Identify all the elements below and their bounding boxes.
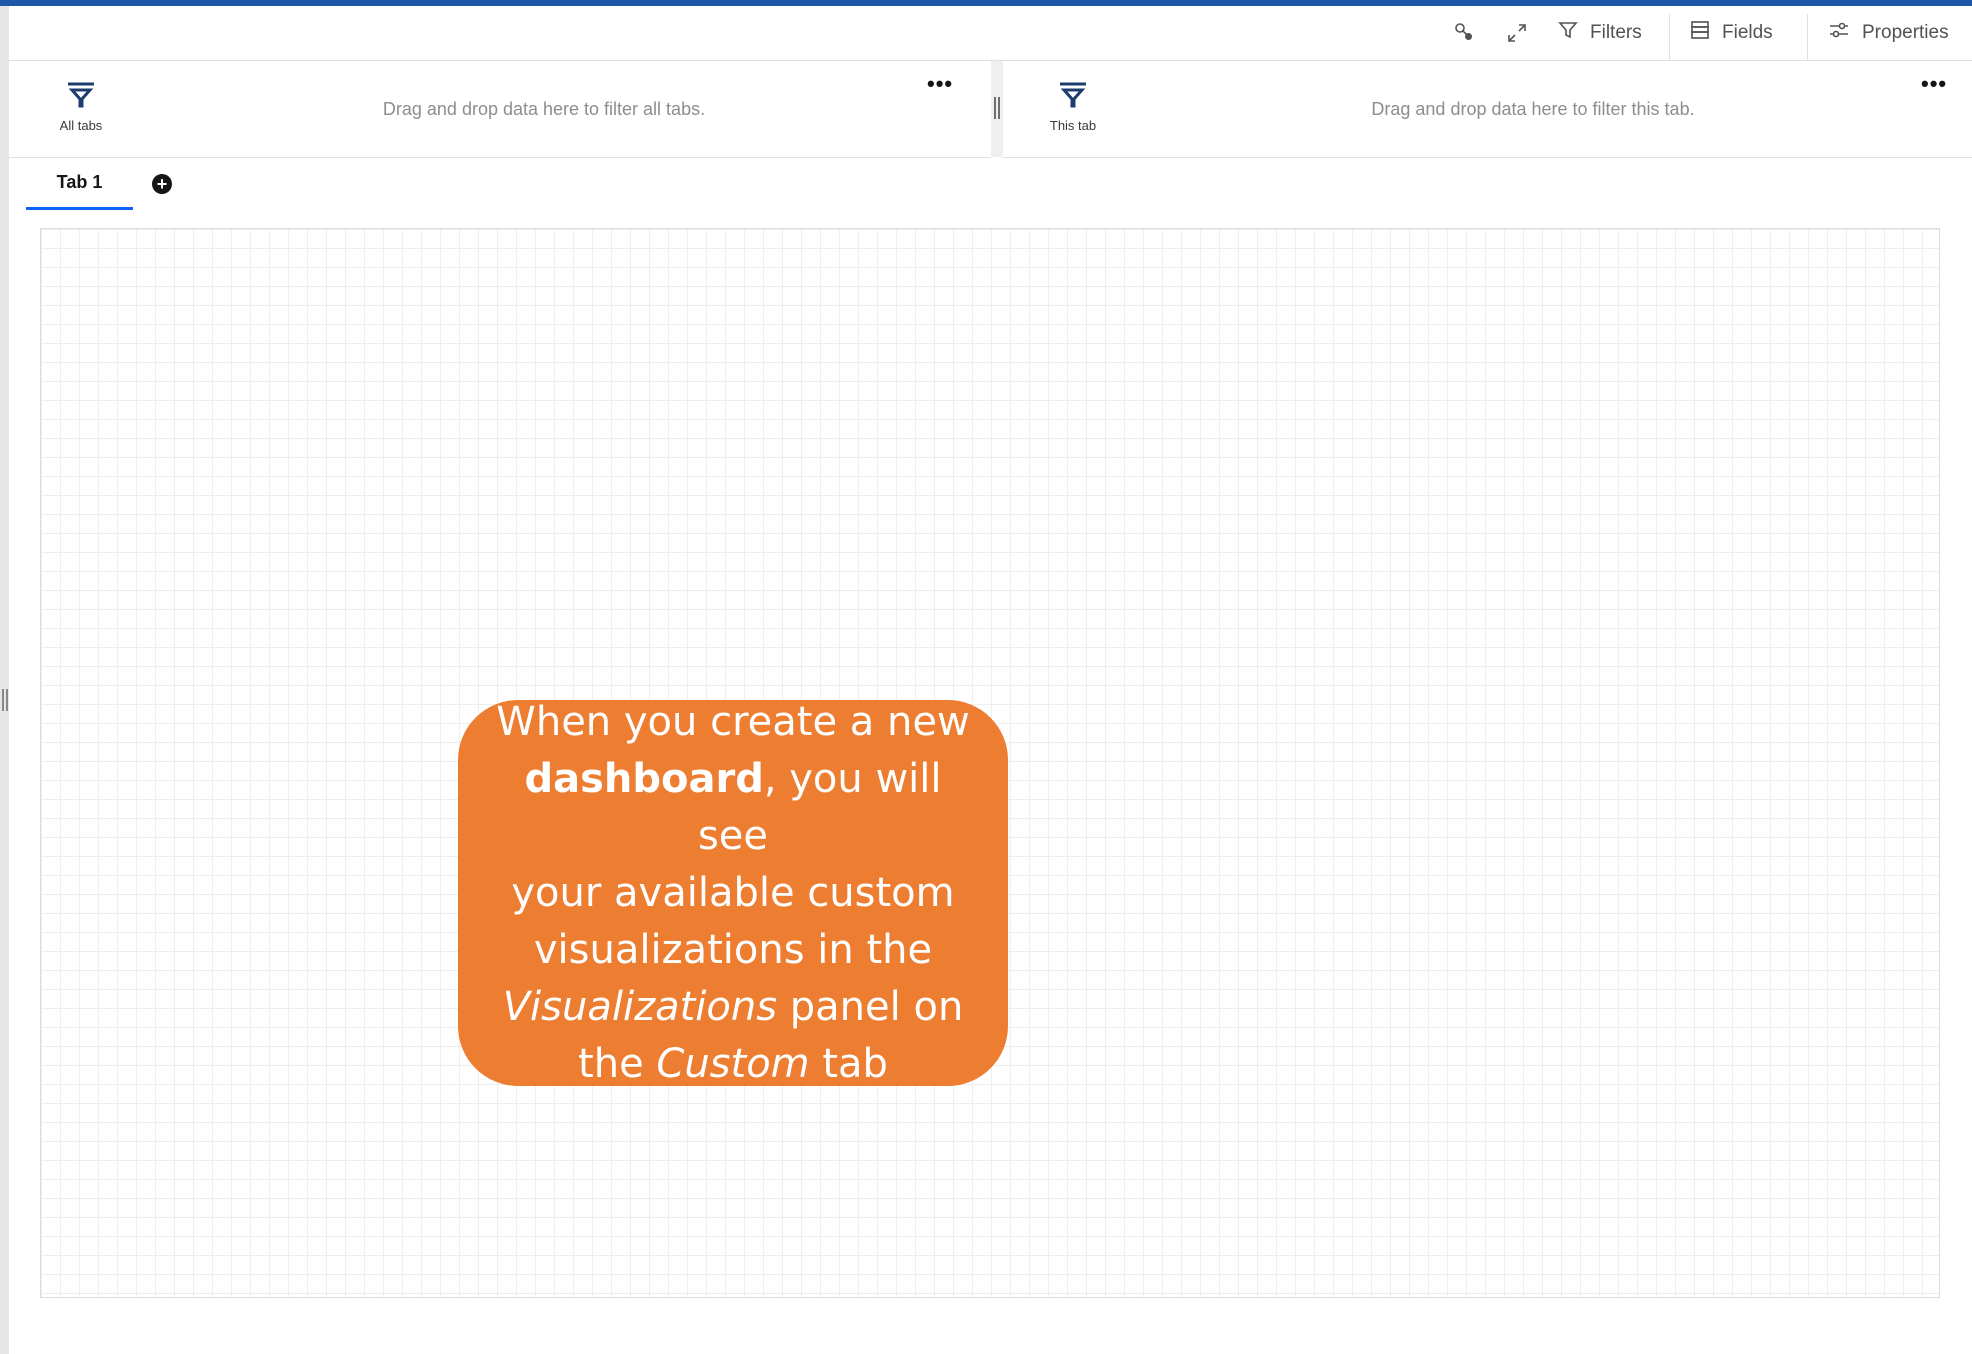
callout-italic-word: Custom	[656, 1040, 810, 1087]
properties-label: Properties	[1862, 22, 1949, 43]
callout-line: your available custom	[511, 869, 955, 916]
tab-strip: Tab 1 +	[9, 158, 1972, 211]
this-tab-label: This tab	[1049, 118, 1097, 133]
sliders-icon	[1828, 20, 1850, 46]
tutorial-callout: When you create a new dashboard, you wil…	[458, 699, 1008, 1087]
this-tab-more-menu[interactable]: •••	[1921, 71, 1947, 97]
callout-line: panel on	[777, 983, 964, 1030]
callout-line: visualizations in the	[533, 926, 933, 973]
expand-icon[interactable]	[1495, 6, 1539, 60]
all-tabs-filter-button[interactable]: All tabs	[41, 81, 121, 133]
all-tabs-filter-dropzone[interactable]: All tabs Drag and drop data here to filt…	[9, 61, 991, 158]
filter-icon	[1058, 81, 1088, 114]
callout-text: When you create a new dashboard, you wil…	[488, 694, 978, 1093]
filters-label: Filters	[1590, 22, 1642, 43]
tab-1[interactable]: Tab 1	[26, 158, 133, 210]
fields-button[interactable]: Fields	[1676, 6, 1787, 60]
left-panel-rail[interactable]	[0, 6, 9, 1354]
filter-icon	[1558, 20, 1578, 46]
toolbar-divider	[1669, 14, 1670, 60]
this-tab-filter-button[interactable]: This tab	[1033, 81, 1113, 133]
fields-icon	[1690, 20, 1710, 46]
callout-bold-word: dashboard	[524, 755, 764, 802]
callout-line: When you create a new	[496, 698, 970, 745]
dashboard-toolbar: Filters Fields Properties	[9, 6, 1972, 61]
fields-label: Fields	[1722, 22, 1773, 43]
all-tabs-label: All tabs	[59, 118, 103, 133]
callout-italic-word: Visualizations	[502, 983, 778, 1030]
left-panel-resize-handle[interactable]	[1, 689, 8, 711]
callout-line: the	[578, 1040, 657, 1087]
toolbar-divider	[1807, 14, 1808, 60]
this-tab-filter-dropzone[interactable]: This tab Drag and drop data here to filt…	[1003, 61, 1972, 158]
add-tab-button[interactable]: +	[152, 174, 172, 194]
callout-line: tab	[809, 1040, 888, 1087]
filters-button[interactable]: Filters	[1544, 6, 1656, 60]
filter-icon	[66, 81, 96, 114]
dashboard-canvas[interactable]: When you create a new dashboard, you wil…	[40, 228, 1940, 1298]
filter-bar-resize-handle[interactable]	[991, 61, 1003, 157]
properties-button[interactable]: Properties	[1814, 6, 1963, 60]
all-tabs-dropzone-hint: Drag and drop data here to filter all ta…	[382, 98, 706, 119]
link-icon[interactable]	[1442, 6, 1486, 60]
this-tab-dropzone-hint: Drag and drop data here to filter this t…	[1371, 98, 1695, 119]
all-tabs-more-menu[interactable]: •••	[927, 71, 953, 97]
